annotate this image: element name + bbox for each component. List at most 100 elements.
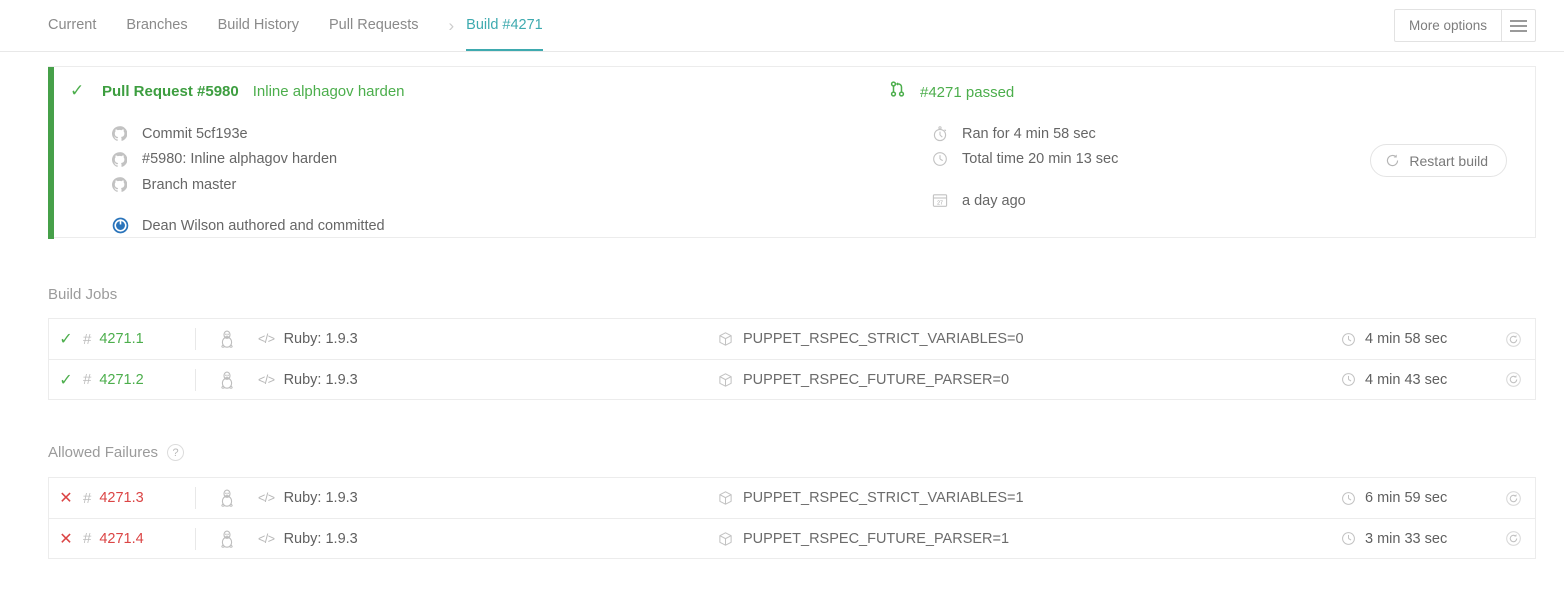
status-accent-bar (48, 67, 54, 239)
more-options-control[interactable]: More options (1393, 9, 1536, 42)
allowed-failures-title: Allowed Failures ? (48, 444, 185, 461)
env-text: PUPPET_RSPEC_FUTURE_PARSER=1 (743, 530, 1010, 547)
nav-tab-build-history[interactable]: Build History (218, 0, 299, 51)
env-cell: PUPPET_RSPEC_STRICT_VARIABLES=1 (718, 490, 1341, 506)
language-text: Ruby: 1.9.3 (283, 331, 358, 347)
top-navigation: Current Branches Build History Pull Request… (0, 0, 1564, 52)
commit-text: Commit 5cf193e (142, 125, 248, 142)
restart-job-button[interactable] (1491, 490, 1535, 507)
pull-request-branch-icon (890, 81, 920, 97)
language-cell: </> Ruby: 1.9.3 (258, 372, 718, 388)
cube-icon (718, 372, 733, 388)
clock-icon (1341, 491, 1356, 506)
duration-text: 6 min 59 sec (1365, 490, 1448, 506)
build-status-row: #4271 passed (890, 81, 1310, 105)
job-row[interactable]: ✓ #4271.2 </> Ruby: 1.9.3 PUPPET_RSPEC_FUTUR… (48, 359, 1536, 400)
linux-icon (196, 530, 258, 548)
total-time-row: Total time 20 min 13 sec (932, 147, 1310, 173)
env-cell: PUPPET_RSPEC_STRICT_VARIABLES=0 (718, 331, 1341, 347)
linux-icon (196, 371, 258, 389)
restart-build-button[interactable]: Restart build (1370, 144, 1507, 177)
hash-icon: # (83, 371, 92, 388)
job-row[interactable]: ✕ #4271.4 </> Ruby: 1.9.3 PUPPET_RSPEC_FUTUR… (48, 518, 1536, 559)
duration-cell: 4 min 43 sec (1341, 372, 1491, 388)
pull-request-title[interactable]: Inline alphagov harden (253, 83, 405, 100)
language-cell: </> Ruby: 1.9.3 (258, 331, 718, 347)
clock-icon (1341, 332, 1356, 347)
hamburger-menu-icon[interactable] (1501, 10, 1535, 41)
cube-icon (718, 490, 733, 506)
language-text: Ruby: 1.9.3 (283, 371, 358, 388)
commit-meta-block: Commit 5cf193e #5980: Inline alphagov ha… (112, 121, 850, 198)
build-status-text: #4271 passed (920, 84, 1015, 101)
total-time-text: Total time 20 min 13 sec (962, 151, 1119, 168)
env-text: PUPPET_RSPEC_STRICT_VARIABLES=1 (743, 490, 1024, 506)
branch-row: Branch master (112, 172, 850, 198)
summary-left-column: ✓ Pull Request #5980 Inline alphagov har… (70, 81, 850, 239)
nav-tab-build-4271[interactable]: Build #4271 (466, 0, 543, 51)
restart-job-button[interactable] (1491, 371, 1535, 388)
when-block: 27 a day ago (932, 188, 1310, 214)
duration-cell: 3 min 33 sec (1341, 531, 1491, 547)
hash-icon: # (83, 489, 92, 507)
code-brackets-icon: </> (258, 531, 275, 546)
job-number-cell[interactable]: #4271.2 (83, 371, 195, 388)
duration-text: 4 min 43 sec (1365, 371, 1448, 388)
calendar-icon: 27 (932, 193, 962, 208)
job-number-link[interactable]: 4271.4 (99, 531, 143, 547)
passed-check-icon: ✓ (59, 371, 73, 389)
author-row: Dean Wilson authored and committed (112, 213, 850, 239)
duration-text: 4 min 58 sec (1365, 331, 1448, 347)
allowed-failures-title-text: Allowed Failures (48, 444, 159, 461)
restart-icon (1385, 153, 1400, 168)
passed-check-icon: ✓ (70, 81, 85, 100)
restart-job-button[interactable] (1491, 331, 1535, 348)
nav-tab-pull-requests[interactable]: Pull Requests (329, 0, 418, 51)
job-number-cell[interactable]: #4271.1 (83, 331, 195, 348)
branch-text: Branch master (142, 176, 237, 193)
job-row[interactable]: ✕ #4271.3 </> Ruby: 1.9.3 PUPPET_RSPEC_STRIC… (48, 477, 1536, 518)
commit-row: Commit 5cf193e (112, 121, 850, 147)
code-brackets-icon: </> (258, 332, 275, 346)
job-number-cell[interactable]: #4271.4 (83, 530, 195, 547)
language-text: Ruby: 1.9.3 (283, 530, 358, 547)
summary-middle-column: #4271 passed Ran for 4 min 58 sec Total … (890, 81, 1310, 214)
hash-icon: # (83, 330, 92, 348)
github-icon (112, 126, 142, 142)
timing-block: Ran for 4 min 58 sec Total time 20 min 1… (932, 121, 1310, 172)
language-cell: </> Ruby: 1.9.3 (258, 531, 718, 547)
cube-icon (718, 531, 733, 547)
job-number-link[interactable]: 4271.1 (99, 331, 143, 347)
stopwatch-icon (932, 126, 962, 142)
ran-for-row: Ran for 4 min 58 sec (932, 121, 1310, 147)
build-page: Current Branches Build History Pull Request… (0, 0, 1564, 605)
restart-job-button[interactable] (1491, 530, 1535, 547)
pull-request-link[interactable]: Pull Request #5980 (102, 83, 239, 100)
nav-tabs: Current Branches Build History Pull Request… (48, 0, 573, 51)
job-row[interactable]: ✓ #4271.1 </> Ruby: 1.9.3 PUPPET_RSPEC_STRIC… (48, 318, 1536, 359)
pull-request-text: #5980: Inline alphagov harden (142, 151, 338, 168)
env-cell: PUPPET_RSPEC_FUTURE_PARSER=1 (718, 531, 1341, 547)
when-text: a day ago (962, 192, 1026, 209)
help-icon[interactable]: ? (167, 444, 185, 461)
job-number-link[interactable]: 4271.3 (99, 490, 143, 506)
env-text: PUPPET_RSPEC_STRICT_VARIABLES=0 (743, 331, 1024, 347)
nav-tab-branches[interactable]: Branches (126, 0, 187, 51)
clock-icon (1341, 531, 1356, 546)
hash-icon: # (83, 530, 92, 547)
allowed-failures-table: ✕ #4271.3 </> Ruby: 1.9.3 PUPPET_RSPEC_STRIC… (48, 477, 1536, 559)
pull-request-row: #5980: Inline alphagov harden (112, 147, 850, 173)
more-options-label[interactable]: More options (1395, 10, 1501, 41)
job-number-link[interactable]: 4271.2 (99, 372, 143, 388)
restart-build-label[interactable]: Restart build (1409, 153, 1488, 169)
clock-icon (1341, 372, 1356, 387)
cube-icon (718, 331, 733, 347)
svg-text:27: 27 (937, 201, 943, 207)
env-cell: PUPPET_RSPEC_FUTURE_PARSER=0 (718, 372, 1341, 388)
duration-cell: 4 min 58 sec (1341, 331, 1491, 347)
nav-tab-current[interactable]: Current (48, 0, 96, 51)
build-summary-panel: ✓ Pull Request #5980 Inline alphagov har… (48, 66, 1536, 239)
job-number-cell[interactable]: #4271.3 (83, 490, 195, 507)
github-icon (112, 177, 142, 193)
failed-cross-icon: ✕ (59, 490, 73, 507)
